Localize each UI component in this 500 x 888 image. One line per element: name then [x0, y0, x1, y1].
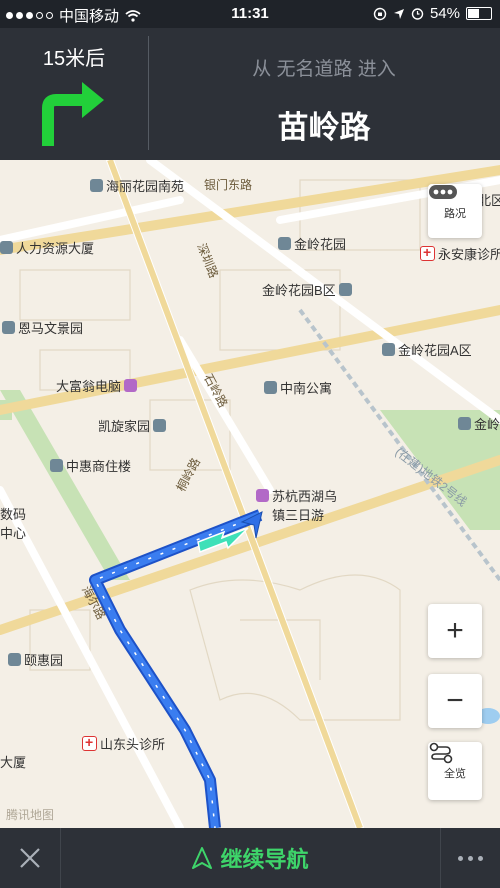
- poi-kaixuan[interactable]: 凯旋家园: [98, 416, 167, 435]
- poi-zhongnan[interactable]: 中南公寓: [264, 378, 332, 397]
- traffic-label: 路况: [444, 208, 466, 220]
- more-dots-icon: [458, 855, 463, 861]
- traffic-toggle-button[interactable]: 路况: [428, 184, 482, 238]
- bottom-bar: 继续导航: [0, 828, 500, 888]
- building-icon: [2, 321, 15, 334]
- poi-haili[interactable]: 海丽花园南苑: [90, 176, 184, 195]
- building-icon: [264, 381, 277, 394]
- zoom-out-button[interactable]: −: [428, 674, 482, 728]
- poi-dasha[interactable]: 大厦: [0, 752, 26, 771]
- poi-jinling-a[interactable]: 金岭花园A区: [382, 340, 472, 359]
- next-road-name: 苗岭路: [277, 110, 371, 145]
- continue-navigation-button[interactable]: 继续导航: [61, 828, 440, 888]
- building-icon: [153, 419, 167, 432]
- turn-right-arrow-icon: [42, 82, 104, 146]
- battery-icon: [466, 7, 492, 20]
- close-icon: [20, 848, 40, 868]
- minus-icon: −: [446, 684, 464, 717]
- building-icon: [458, 417, 471, 430]
- building-icon: [90, 179, 103, 192]
- current-road-text: 从 无名道路 进入: [252, 59, 396, 80]
- poi-jinling-right[interactable]: 金岭: [458, 414, 500, 433]
- alarm-icon: [411, 8, 424, 20]
- poi-enma[interactable]: 恩马文景园: [2, 318, 83, 337]
- overview-label: 全览: [444, 768, 466, 780]
- building-icon: [8, 653, 21, 666]
- overview-button[interactable]: 全览: [428, 742, 482, 800]
- turn-distance: 15米后: [42, 48, 106, 70]
- poi-renli[interactable]: 人力资源大厦: [0, 238, 94, 257]
- poi-jinling-garden[interactable]: 金岭花园: [278, 234, 346, 253]
- poi-dafuweng[interactable]: 大富翁电脑: [56, 376, 138, 395]
- clinic-icon: [82, 734, 97, 751]
- more-options-button[interactable]: [441, 828, 500, 888]
- poi-zhonghui[interactable]: 中惠商住楼: [50, 456, 131, 475]
- poi-jinling-b[interactable]: 金岭花园B区: [262, 280, 352, 299]
- building-icon: [50, 459, 63, 472]
- shop-icon: [256, 489, 269, 502]
- plus-icon: +: [446, 614, 464, 647]
- battery-percent: 54%: [429, 5, 460, 22]
- traffic-icon: [429, 185, 457, 199]
- zoom-in-button[interactable]: +: [428, 604, 482, 658]
- poi-suhang[interactable]: 苏杭西湖乌 镇三日游: [256, 486, 337, 524]
- poi-shandongtou[interactable]: 山东头诊所: [82, 734, 165, 753]
- location-icon: [393, 8, 404, 19]
- map-view[interactable]: 海丽花园南苑 银门东路 人力资源大厦 金岭花园 永安康诊所 金岭花园B区 恩马文…: [0, 160, 500, 828]
- poi-yihui[interactable]: 颐惠园: [8, 650, 63, 669]
- rotation-lock-icon: [373, 7, 387, 20]
- shop-icon: [124, 379, 138, 392]
- poi-shuma[interactable]: 数码 中心: [0, 504, 26, 542]
- navigation-arrow-icon: [192, 847, 213, 869]
- building-icon: [0, 241, 13, 254]
- road-label-yinmen: 银门东路: [204, 178, 253, 192]
- navigation-panel: 15米后 从 无名道路 进入 苗岭路: [0, 28, 500, 160]
- continue-navigation-label: 继续导航: [220, 847, 309, 872]
- building-icon: [382, 343, 395, 356]
- clinic-icon: [420, 244, 435, 261]
- status-icons: 54%: [373, 5, 492, 22]
- building-icon: [278, 237, 291, 250]
- map-watermark: 腾讯地图: [6, 808, 55, 822]
- poi-yongankang[interactable]: 永安康诊所: [420, 244, 500, 263]
- route-overview-icon: [429, 742, 453, 764]
- status-bar: 中国移动 11:31 54%: [0, 0, 500, 28]
- building-icon: [338, 283, 352, 296]
- close-navigation-button[interactable]: [0, 828, 60, 888]
